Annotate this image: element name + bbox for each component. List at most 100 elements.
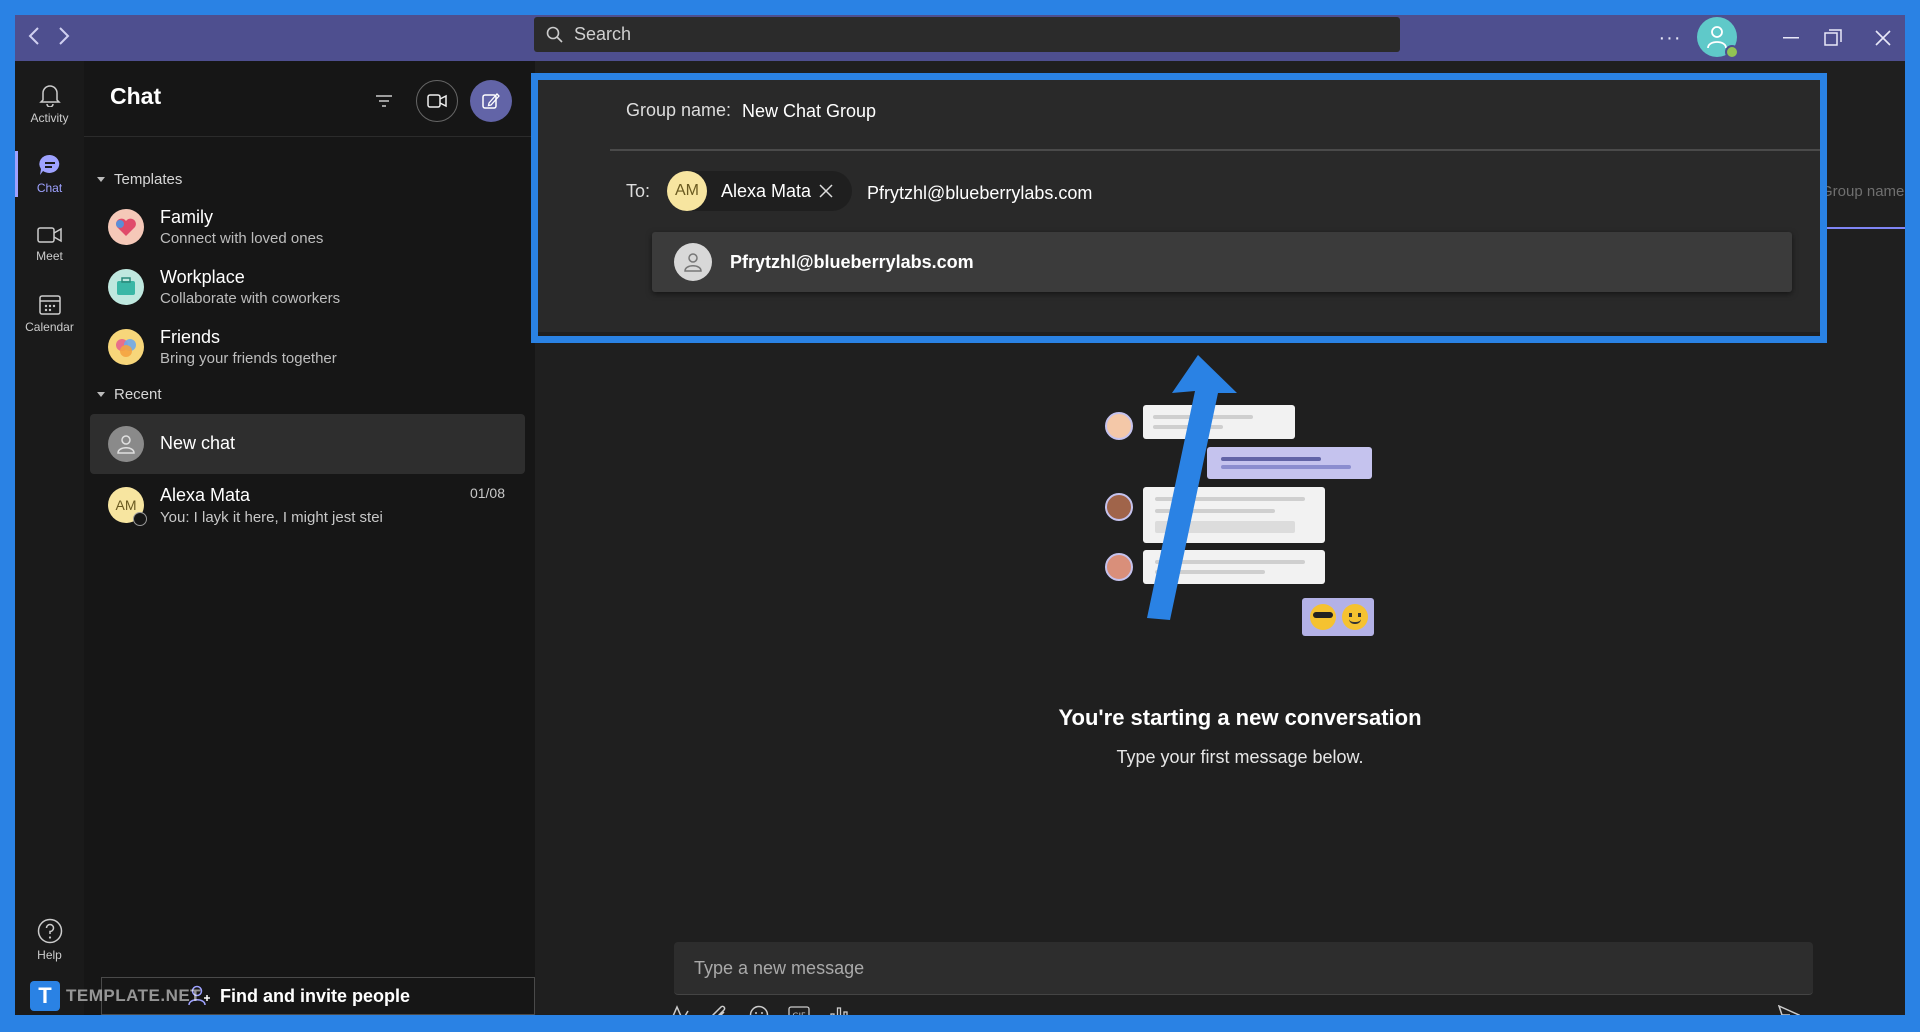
face-icon <box>1105 553 1133 581</box>
chevron-right-icon <box>59 27 70 45</box>
caret-down-icon <box>97 391 105 397</box>
face-icon <box>1105 493 1133 521</box>
format-icon <box>672 1005 689 1015</box>
offline-status-icon <box>133 512 147 526</box>
minimize-button[interactable] <box>1773 15 1809 61</box>
poll-button[interactable] <box>825 1001 853 1015</box>
chat-list-header: Chat <box>84 61 535 137</box>
close-icon <box>1875 30 1891 46</box>
group-name-label: Group name: <box>626 100 732 120</box>
empty-state-subtitle: Type your first message below. <box>1116 747 1364 767</box>
maximize-button[interactable] <box>1815 15 1851 61</box>
template-description: Bring your friends together <box>160 350 337 367</box>
divider <box>610 149 1820 151</box>
paperclip-icon <box>712 1005 726 1015</box>
title-bar: ··· <box>15 15 1905 61</box>
illustration-bubble <box>1207 447 1372 479</box>
remove-recipient-button[interactable] <box>819 178 833 204</box>
avatar: AM <box>108 487 147 526</box>
message-compose-box[interactable] <box>674 942 1813 995</box>
rail-item-meet[interactable]: Meet <box>15 211 84 277</box>
search-bar[interactable] <box>534 17 1400 52</box>
person-icon <box>1707 26 1727 49</box>
group-name-hint-label: Group name <box>1821 183 1905 200</box>
message-input[interactable] <box>674 942 1813 994</box>
back-button[interactable] <box>19 23 49 53</box>
caret-down-icon <box>97 176 105 182</box>
emoji-button[interactable] <box>745 1001 773 1015</box>
person-icon <box>684 253 702 272</box>
template-workplace[interactable]: Workplace Collaborate with coworkers <box>90 258 525 316</box>
illustration-bubble <box>1143 487 1325 543</box>
rail-label: Calendar <box>25 320 74 334</box>
template-family[interactable]: Family Connect with loved ones <box>90 198 525 256</box>
gif-icon: GIF <box>788 1006 810 1015</box>
conversation-name: New chat <box>160 433 236 453</box>
heart-icon <box>108 209 144 245</box>
illustration-bubble <box>1143 550 1325 584</box>
avatar-initials: AM <box>115 497 137 513</box>
recipient-suggestion[interactable]: Pfrytzhl@blueberrylabs.com <box>652 232 1792 292</box>
to-label: To: <box>626 181 651 201</box>
search-input[interactable] <box>574 24 1274 45</box>
template-friends[interactable]: Friends Bring your friends together <box>90 318 525 376</box>
empty-state-title: You're starting a new conversation <box>1058 705 1422 730</box>
watermark: T TEMPLATE.NET <box>30 981 201 1011</box>
restore-icon <box>1824 29 1842 46</box>
send-button[interactable] <box>1775 1001 1803 1015</box>
filter-button[interactable] <box>366 80 402 122</box>
template-name: Workplace <box>160 267 245 287</box>
calendar-icon <box>38 295 61 315</box>
chat-list-panel: Chat Templates Family Connect with loved… <box>84 61 535 1015</box>
templates-section-toggle[interactable]: Templates <box>96 171 182 188</box>
briefcase-icon <box>108 269 144 305</box>
recipient-name: Alexa Mata <box>721 180 812 201</box>
rail-item-activity[interactable]: Activity <box>15 71 84 137</box>
section-label: Recent <box>114 386 162 403</box>
avatar: AM <box>667 171 707 211</box>
conversation-preview: You: I layk it here, I might jest stei <box>160 509 383 526</box>
close-icon <box>819 184 833 198</box>
conversation-time: 01/08 <box>469 485 505 501</box>
new-chat-button[interactable] <box>470 80 512 122</box>
compose-icon <box>482 93 500 109</box>
attach-button[interactable] <box>705 1001 733 1015</box>
format-button[interactable] <box>665 1001 693 1015</box>
template-name: Friends <box>160 327 221 347</box>
profile-avatar[interactable] <box>1697 17 1739 59</box>
emoji-icon <box>749 1005 769 1015</box>
rail-item-calendar[interactable]: Calendar <box>15 281 84 347</box>
person-icon <box>117 435 135 454</box>
conversation-name: Alexa Mata <box>160 485 251 505</box>
conversation-alexa-mata[interactable]: AM Alexa Mata You: I layk it here, I mig… <box>90 475 525 535</box>
group-name-input[interactable] <box>742 98 1742 124</box>
video-icon <box>36 227 62 243</box>
conversation-illustration <box>1105 405 1385 645</box>
rail-label: Help <box>37 948 62 962</box>
friends-icon <box>108 329 144 365</box>
app-rail: Activity Chat Meet Calendar Help <box>15 61 84 1015</box>
rail-item-help[interactable]: Help <box>15 907 84 973</box>
template-description: Collaborate with coworkers <box>160 290 341 307</box>
invite-label: Find and invite people <box>220 985 411 1006</box>
illustration-bubble <box>1143 405 1295 439</box>
svg-text:GIF: GIF <box>792 1012 806 1016</box>
gif-button[interactable]: GIF <box>785 1001 813 1015</box>
chevron-left-icon <box>28 27 39 45</box>
recipient-input[interactable] <box>867 179 1767 207</box>
meet-now-button[interactable] <box>416 80 458 122</box>
forward-button[interactable] <box>49 23 79 53</box>
close-button[interactable] <box>1865 15 1901 61</box>
smile-emoji-icon <box>1342 604 1368 630</box>
recipient-chip[interactable]: AM Alexa Mata <box>667 171 852 211</box>
filter-icon <box>376 95 392 107</box>
more-options-button[interactable]: ··· <box>1655 15 1685 61</box>
conversation-new-chat[interactable]: New chat <box>90 414 525 474</box>
presence-badge <box>1725 45 1739 59</box>
chat-icon <box>38 154 59 175</box>
rail-label: Activity <box>30 111 69 125</box>
send-icon <box>1778 1005 1800 1015</box>
rail-item-chat[interactable]: Chat <box>15 141 84 207</box>
recent-section-toggle[interactable]: Recent <box>96 386 162 403</box>
poll-icon <box>830 1007 848 1015</box>
